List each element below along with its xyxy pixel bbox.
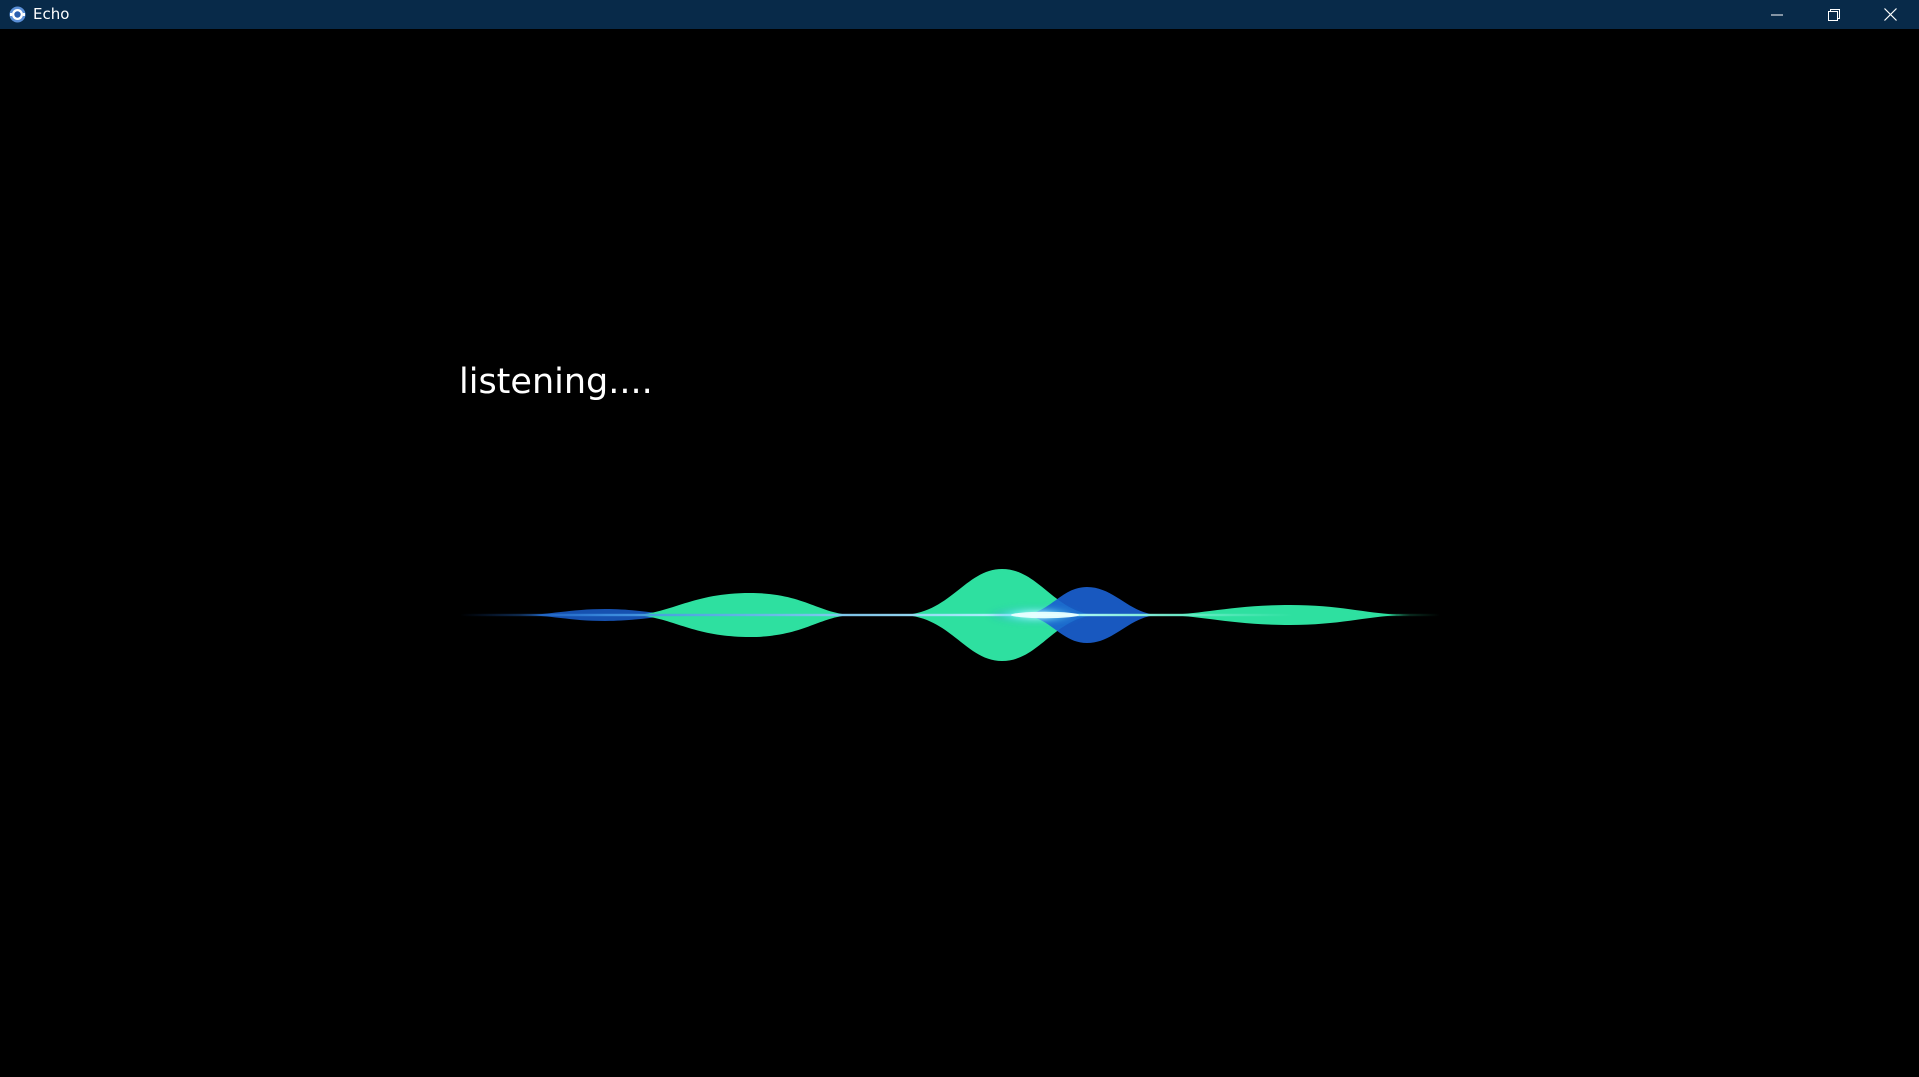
echo-app-icon bbox=[9, 6, 26, 23]
echo-window: Echo listening.... bbox=[0, 0, 1919, 1077]
window-title: Echo bbox=[33, 5, 70, 23]
minimize-button[interactable] bbox=[1748, 0, 1805, 29]
wave-highlight-core bbox=[1011, 611, 1079, 619]
close-button[interactable] bbox=[1862, 0, 1919, 29]
restore-icon bbox=[1827, 8, 1840, 21]
wave-baseline bbox=[460, 613, 1440, 617]
title-bar[interactable]: Echo bbox=[0, 0, 1919, 29]
close-icon bbox=[1884, 8, 1897, 21]
minimize-icon bbox=[1770, 9, 1783, 21]
maximize-button[interactable] bbox=[1805, 0, 1862, 29]
voice-waveform bbox=[460, 569, 1440, 661]
main-content: listening.... bbox=[0, 29, 1919, 1077]
listening-status-text: listening.... bbox=[459, 362, 653, 402]
